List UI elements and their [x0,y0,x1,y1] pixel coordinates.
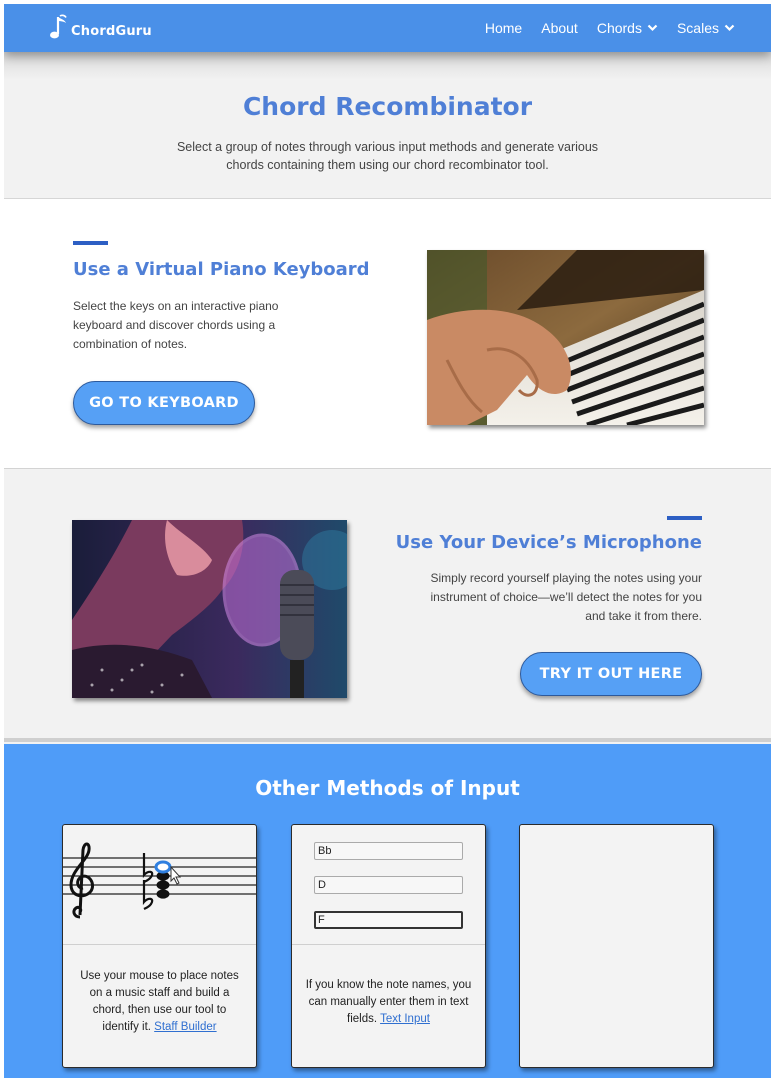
nav-link-about-label: About [541,20,578,36]
accent-bar [73,241,108,245]
other-methods-title: Other Methods of Input [255,776,520,800]
note-head-selected [154,860,172,874]
accent-bar [667,516,702,520]
brand[interactable]: ChordGuru [48,14,152,42]
music-staff-illustration [63,842,256,919]
mic-section-title: Use Your Device’s Microphone [395,532,702,553]
nav-dropdown-scales-label: Scales [676,20,719,36]
nav-links: Home About Chords Scales [466,4,735,52]
go-to-keyboard-button[interactable]: GO TO KEYBOARD [73,381,255,425]
nav-link-home[interactable]: Home [485,20,522,36]
nav-link-home-label: Home [484,20,523,36]
page: ChordGuru Home About Chords Scales Chord… [4,4,771,1078]
text-input-link[interactable]: Text Input [380,1013,430,1025]
try-it-out-button[interactable]: TRY IT OUT HERE [520,652,702,696]
mic-section-description: Simply record yourself playing the notes… [430,571,702,623]
hero-description: Select a group of notes through various … [176,140,599,172]
hero-section: Chord Recombinator Select a group of not… [4,52,771,199]
nav-link-about[interactable]: About [541,20,578,36]
note-head [156,880,170,890]
brand-name: ChordGuru [71,23,152,39]
note-head [156,889,170,899]
other-methods-section: Other Methods of Input Use your mouse to… [4,744,771,1078]
singer-microphone-photo [72,520,347,698]
note-field-3[interactable]: F [314,911,463,929]
chevron-down-icon [724,24,735,32]
keyboard-section-description: Select the keys on an interactive piano … [73,299,279,351]
page-title: Chord Recombinator [242,92,533,121]
nav-dropdown-chords-label: Chords [596,20,642,36]
staff-builder-card[interactable]: Use your mouse to place notes on a music… [62,824,257,1068]
piano-hands-photo [427,250,704,425]
note-field-2[interactable]: D [314,876,463,894]
placeholder-card [519,824,714,1068]
nav-dropdown-scales[interactable]: Scales [677,20,735,36]
top-nav: ChordGuru Home About Chords Scales [4,4,771,52]
music-note-logo-icon [50,14,67,39]
staff-preview [63,825,256,945]
microphone-section: Use Your Device’s Microphone Simply reco… [4,470,771,742]
staff-card-description: Use your mouse to place notes on a music… [73,968,246,1036]
staff-builder-link[interactable]: Staff Builder [154,1021,216,1033]
keyboard-section-title: Use a Virtual Piano Keyboard [73,259,370,280]
nav-shadow [4,52,771,80]
treble-clef-icon [69,842,95,919]
text-input-preview: Bb D F [292,825,485,945]
keyboard-section: Use a Virtual Piano Keyboard Select the … [4,199,771,469]
chevron-down-icon [647,24,658,32]
text-card-description: If you know the note names, you can manu… [302,977,475,1028]
mouse-cursor-icon [170,865,182,885]
note-field-1[interactable]: Bb [314,842,463,860]
text-input-card[interactable]: Bb D F If you know the note names, you c… [291,824,486,1068]
nav-dropdown-chords[interactable]: Chords [597,20,658,36]
